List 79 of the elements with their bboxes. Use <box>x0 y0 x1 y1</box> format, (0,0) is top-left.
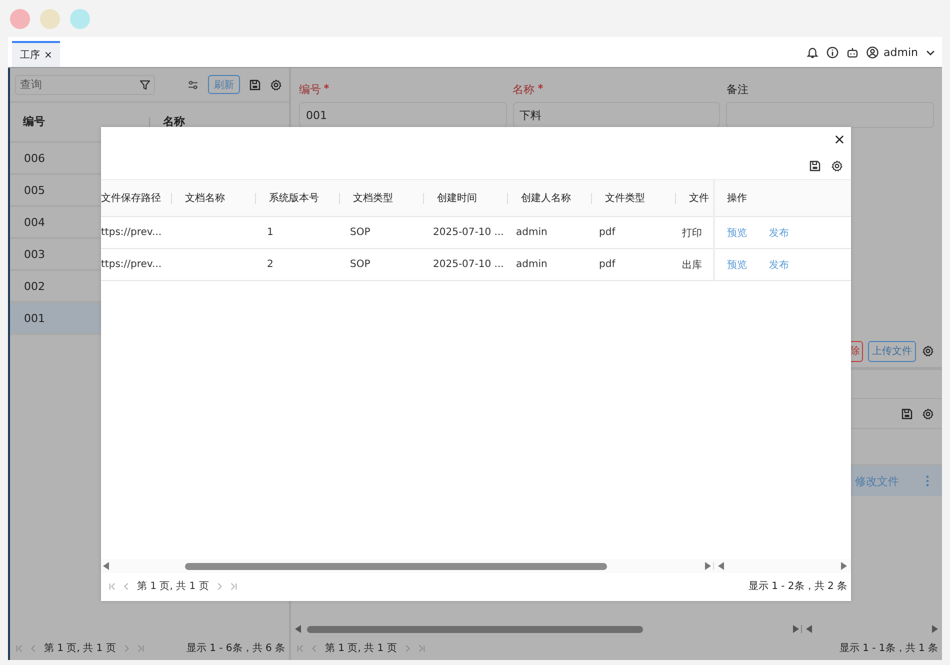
column-header[interactable]: 文档类型 <box>340 192 424 204</box>
scroll-left-icon[interactable] <box>806 625 812 633</box>
close-icon[interactable] <box>835 135 844 144</box>
more-icon[interactable] <box>925 475 930 487</box>
bell-icon[interactable] <box>806 46 819 58</box>
previous-page-icon[interactable] <box>123 582 130 590</box>
save-icon[interactable] <box>249 78 261 90</box>
filter-icon[interactable] <box>139 78 151 90</box>
window-control-dot[interactable] <box>10 8 30 28</box>
record-summary: 显示 1 - 2条，共 2 条 <box>748 580 847 593</box>
field-label: 名称 <box>512 82 535 97</box>
table-row[interactable]: 006 <box>10 143 101 173</box>
settings-icon[interactable] <box>922 345 934 357</box>
column-header[interactable]: 创建人名称 <box>508 192 592 204</box>
settings-icon[interactable] <box>831 160 843 172</box>
column-header[interactable]: 文件保存路径 <box>101 192 172 204</box>
required-asterisk-icon <box>538 84 543 89</box>
scroll-left-icon[interactable] <box>103 562 109 570</box>
table-cell: 001 <box>24 312 45 324</box>
field-label: 备注 <box>726 82 748 97</box>
column-header[interactable]: 系统版本号 <box>256 192 340 204</box>
scroll-right-icon[interactable] <box>705 562 711 570</box>
table-cell: 005 <box>24 184 45 196</box>
table-cell: ttps://prev... <box>101 259 162 270</box>
search-field[interactable]: 查询 <box>15 74 155 94</box>
table-cell: 2025-07-10 ... <box>433 259 504 270</box>
table-cell: 出库 <box>682 260 702 270</box>
save-icon[interactable] <box>901 408 913 420</box>
table-cell: SOP <box>350 227 370 238</box>
last-page-icon[interactable] <box>230 582 237 590</box>
table-cell: 打印 <box>682 228 702 238</box>
page-indicator: 第 1 页, 共 1 页 <box>137 580 209 593</box>
table-cell: 002 <box>24 280 45 292</box>
window-control-dot[interactable] <box>40 8 60 28</box>
table-cell: 2 <box>267 259 274 270</box>
table-row[interactable]: 002 <box>10 271 101 301</box>
table-cell: 003 <box>24 248 45 260</box>
table-cell: admin <box>516 259 548 270</box>
table-row[interactable]: 005 <box>10 175 101 205</box>
settings-icon[interactable] <box>270 78 282 90</box>
info-icon[interactable] <box>826 46 839 58</box>
column-header[interactable]: 操作 <box>715 191 747 205</box>
page-indicator: 第 1 页, 共 1 页 <box>44 642 116 655</box>
next-page-icon[interactable] <box>216 582 223 590</box>
first-page-icon[interactable] <box>109 582 116 590</box>
table-cell: SOP <box>350 259 370 270</box>
page-indicator: 第 1 页, 共 1 页 <box>325 642 397 655</box>
column-header[interactable]: 创建时间 <box>424 192 508 204</box>
scroll-left-icon[interactable] <box>295 625 301 633</box>
save-icon[interactable] <box>809 160 821 172</box>
robot-icon[interactable] <box>846 46 859 58</box>
field-label: 编号 <box>299 82 321 97</box>
column-header[interactable]: 文档名称 <box>172 192 256 204</box>
record-summary: 显示 1 - 1条，共 1 条 <box>839 642 938 655</box>
table-cell: 1 <box>267 227 274 238</box>
tab[interactable]: 工序 × <box>12 41 60 67</box>
table-row[interactable]: 004 <box>10 207 101 237</box>
sliders-icon[interactable] <box>187 78 199 90</box>
window-control-dot[interactable] <box>70 8 90 28</box>
table-cell: pdf <box>599 259 616 270</box>
scroll-right-icon[interactable] <box>793 625 799 633</box>
scroll-right-icon[interactable] <box>932 625 938 633</box>
scroll-right-icon[interactable] <box>841 562 847 570</box>
table-row[interactable]: 001 <box>10 303 101 333</box>
required-asterisk-icon <box>324 84 329 89</box>
user-avatar-icon[interactable] <box>866 46 879 58</box>
scroll-left-icon[interactable] <box>718 562 724 570</box>
column-header[interactable]: 名称 <box>150 117 289 127</box>
table-row[interactable]: 003 <box>10 239 101 269</box>
table-cell: admin <box>516 227 548 238</box>
table-cell: 2025-07-10 ... <box>433 227 504 238</box>
settings-icon[interactable] <box>922 408 934 420</box>
table-cell: 006 <box>24 152 45 164</box>
column-header[interactable]: 文件类型 <box>592 192 676 204</box>
user-name[interactable]: admin <box>884 46 918 58</box>
table-cell: ttps://prev... <box>101 227 162 238</box>
table-cell: pdf <box>599 227 616 238</box>
table-cell: 004 <box>24 216 45 228</box>
record-summary: 显示 1 - 6条，共 6 条 <box>186 642 285 655</box>
